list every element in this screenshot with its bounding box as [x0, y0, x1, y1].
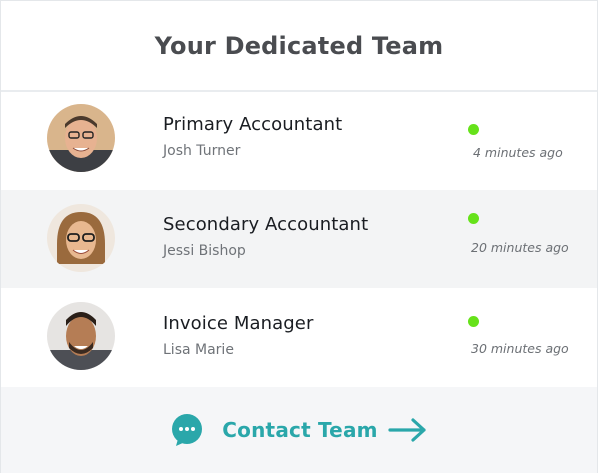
member-name: Lisa Marie — [163, 342, 234, 358]
team-member-row[interactable]: Primary Accountant Josh Turner 4 minutes… — [1, 92, 597, 190]
member-role: Secondary Accountant — [163, 214, 369, 235]
contact-team-label: Contact Team — [222, 418, 378, 442]
member-role: Invoice Manager — [163, 313, 314, 334]
card-header: Your Dedicated Team — [1, 1, 597, 92]
team-card: Your Dedicated Team Primary Accountant J… — [0, 0, 598, 473]
member-info: Invoice Manager Lisa Marie — [163, 313, 313, 358]
member-info: Secondary Accountant Jessi Bishop — [163, 214, 368, 259]
member-role: Primary Accountant — [163, 114, 343, 135]
card-footer: Contact Team — [1, 387, 597, 473]
member-name: Jessi Bishop — [163, 243, 246, 259]
last-seen: 30 minutes ago — [471, 341, 569, 356]
avatar — [47, 204, 115, 272]
online-status-icon — [468, 316, 479, 327]
chat-bubble-icon — [172, 414, 203, 446]
arrow-right-icon — [388, 418, 426, 442]
online-status-icon — [468, 213, 479, 224]
member-info: Primary Accountant Josh Turner — [163, 114, 342, 159]
last-seen: 4 minutes ago — [473, 145, 563, 160]
card-title: Your Dedicated Team — [154, 31, 444, 60]
avatar — [47, 104, 115, 172]
contact-team-button[interactable]: Contact Team — [170, 413, 427, 447]
member-name: Josh Turner — [163, 143, 241, 159]
avatar — [47, 302, 115, 370]
online-status-icon — [468, 124, 479, 135]
team-member-row[interactable]: Invoice Manager Lisa Marie 30 minutes ag… — [1, 288, 597, 387]
team-member-row[interactable]: Secondary Accountant Jessi Bishop 20 min… — [1, 190, 597, 288]
last-seen: 20 minutes ago — [471, 240, 569, 255]
